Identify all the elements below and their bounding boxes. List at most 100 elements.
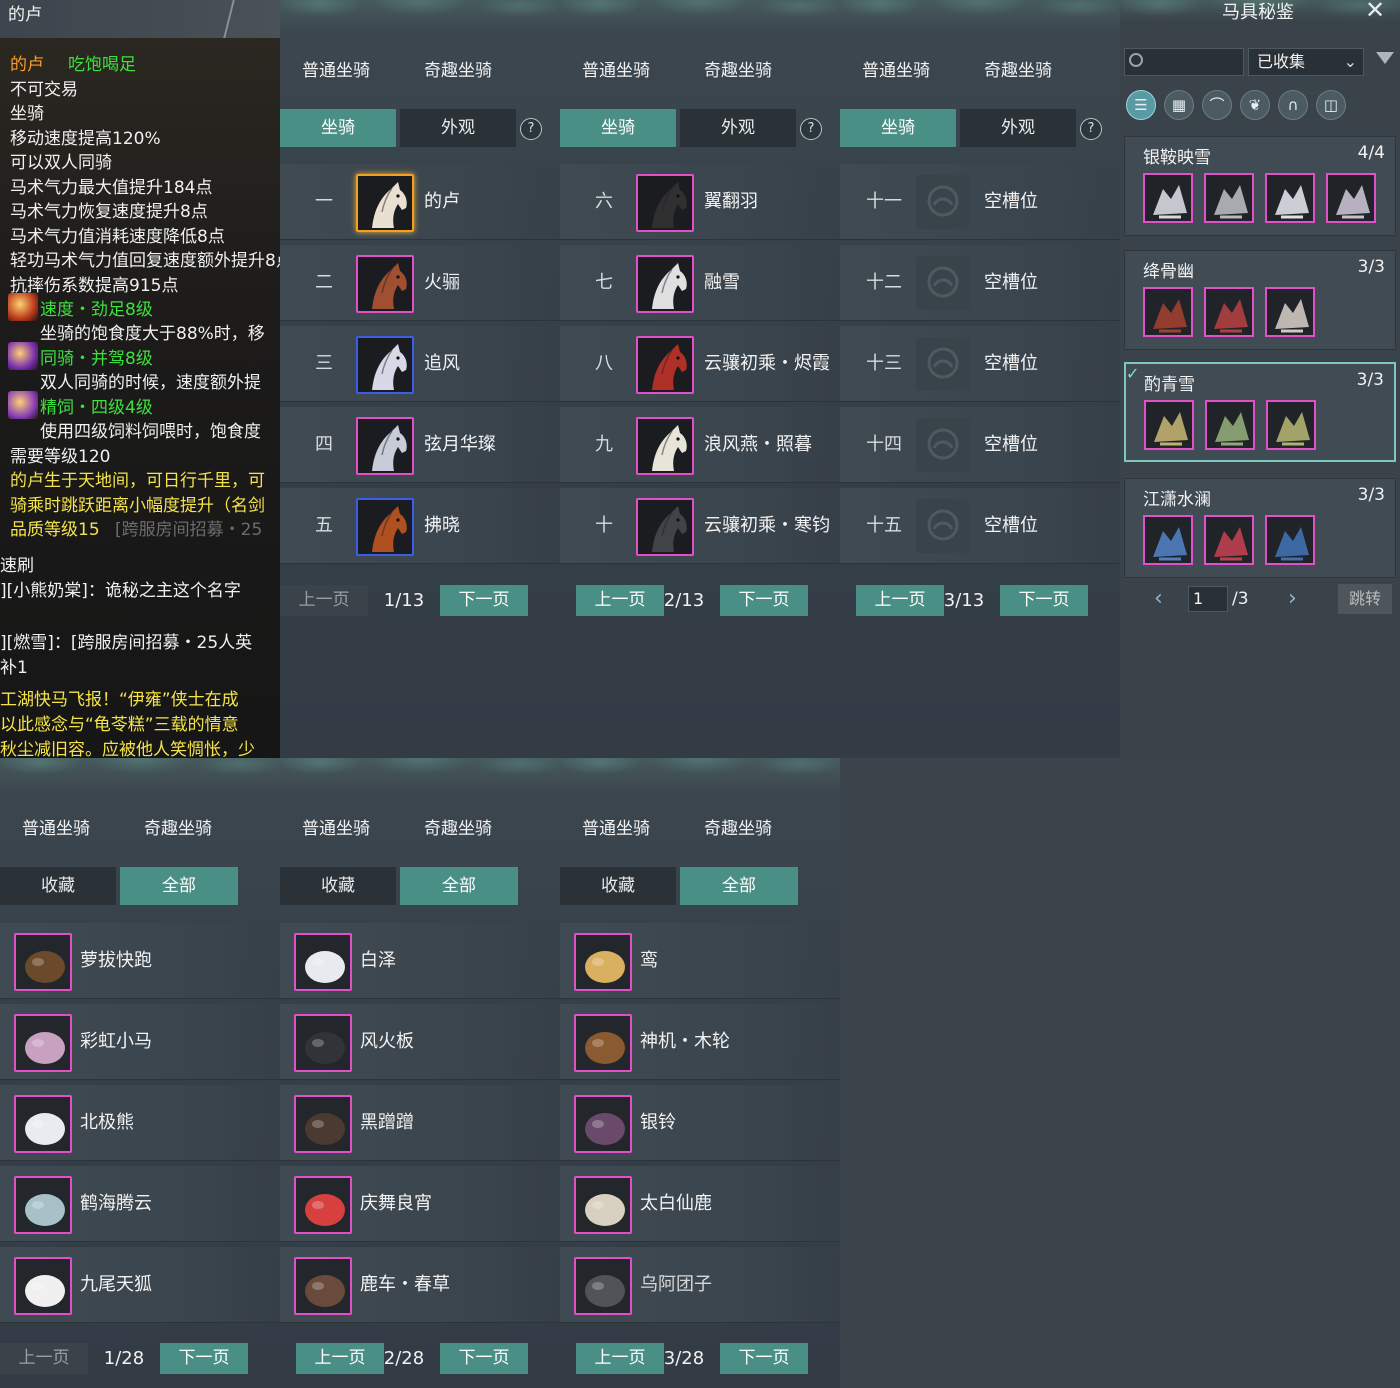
prev-page-icon[interactable]: ‹ — [1154, 584, 1163, 614]
equipment-set-card[interactable]: ✓ 酌青雪 3/3 — [1124, 362, 1396, 462]
subtab-mount[interactable]: 坐骑 — [280, 109, 396, 147]
mount-slot-row[interactable]: 二 火骊 — [280, 245, 560, 321]
subtab-appearance[interactable]: 外观 — [960, 109, 1076, 147]
fun-mount-row[interactable]: 彩虹小马 — [0, 1004, 280, 1080]
tab-normal-mounts[interactable]: 普通坐骑 — [862, 56, 930, 81]
equipment-piece-icon[interactable] — [1143, 515, 1193, 565]
equipment-piece-icon[interactable] — [1265, 515, 1315, 565]
subtab-mount[interactable]: 坐骑 — [560, 109, 676, 147]
equipment-piece-icon[interactable] — [1265, 173, 1315, 223]
next-page-button[interactable]: 下一页 — [1000, 585, 1088, 616]
mount-slot-row[interactable]: 十二 空槽位 — [840, 245, 1120, 321]
mount-slot-row[interactable]: 七 融雪 — [560, 245, 840, 321]
tab-fun-mounts[interactable]: 奇趣坐骑 — [704, 814, 772, 839]
next-page-button[interactable]: 下一页 — [160, 1343, 248, 1374]
tab-normal-mounts[interactable]: 普通坐骑 — [302, 814, 370, 839]
fun-mount-row[interactable]: 鹤海腾云 — [0, 1166, 280, 1242]
prev-page-button[interactable]: 上一页 — [280, 585, 368, 616]
mount-slot-row[interactable]: 四 弦月华璨 — [280, 407, 560, 483]
fun-mount-row[interactable]: 庆舞良宵 — [280, 1166, 560, 1242]
help-icon[interactable]: ? — [800, 118, 822, 140]
tab-fun-mounts[interactable]: 奇趣坐骑 — [984, 56, 1052, 81]
fun-mount-row[interactable]: 白泽 — [280, 923, 560, 999]
page-number-input[interactable]: 1 — [1188, 586, 1228, 612]
fun-mount-row[interactable]: 鸾 — [560, 923, 840, 999]
subtab-appearance[interactable]: 外观 — [680, 109, 796, 147]
next-page-button[interactable]: 下一页 — [720, 585, 808, 616]
equipment-piece-icon[interactable] — [1143, 173, 1193, 223]
fun-mount-row[interactable]: 九尾天狐 — [0, 1247, 280, 1323]
mount-slot-row[interactable]: 八 云骧初乘・烬霞 — [560, 326, 840, 402]
fun-mount-row[interactable]: 乌阿团子 — [560, 1247, 840, 1323]
equipment-set-card[interactable]: 江潇水澜 3/3 — [1124, 478, 1396, 578]
help-icon[interactable]: ? — [1080, 118, 1102, 140]
help-icon[interactable]: ? — [520, 118, 542, 140]
filter-icon[interactable] — [1376, 52, 1394, 64]
equipment-piece-icon[interactable] — [1204, 173, 1254, 223]
tab-fun-mounts[interactable]: 奇趣坐骑 — [144, 814, 212, 839]
next-page-button[interactable]: 下一页 — [440, 1343, 528, 1374]
category-bridle-icon[interactable]: ❦ — [1240, 90, 1270, 120]
tab-fun-mounts[interactable]: 奇趣坐骑 — [704, 56, 772, 81]
tab-normal-mounts[interactable]: 普通坐骑 — [22, 814, 90, 839]
category-armor-icon[interactable]: ◫ — [1316, 90, 1346, 120]
subtab-all[interactable]: 全部 — [400, 867, 518, 905]
fun-mount-row[interactable]: 鹿车・春草 — [280, 1247, 560, 1323]
mount-slot-row[interactable]: 九 浪风燕・照暮 — [560, 407, 840, 483]
subtab-all[interactable]: 全部 — [120, 867, 238, 905]
equipment-piece-icon[interactable] — [1204, 515, 1254, 565]
subtab-favorites[interactable]: 收藏 — [280, 867, 396, 905]
close-icon[interactable]: ✕ — [1365, 0, 1385, 24]
subtab-mount[interactable]: 坐骑 — [840, 109, 956, 147]
mount-slot-row[interactable]: 十一 空槽位 — [840, 164, 1120, 240]
subtab-favorites[interactable]: 收藏 — [0, 867, 116, 905]
equipment-piece-icon[interactable] — [1326, 173, 1376, 223]
category-grid-icon[interactable]: ▦ — [1164, 90, 1194, 120]
next-page-button[interactable]: 下一页 — [720, 1343, 808, 1374]
subtab-all[interactable]: 全部 — [680, 867, 798, 905]
search-input[interactable] — [1124, 48, 1244, 76]
equipment-piece-icon[interactable] — [1266, 400, 1316, 450]
mount-slot-row[interactable]: 一 的卢 — [280, 164, 560, 240]
fun-mount-row[interactable]: 银铃 — [560, 1085, 840, 1161]
equipment-set-card[interactable]: 绛骨幽 3/3 — [1124, 250, 1396, 350]
tab-normal-mounts[interactable]: 普通坐骑 — [582, 814, 650, 839]
prev-page-button[interactable]: 上一页 — [576, 1343, 664, 1374]
tab-normal-mounts[interactable]: 普通坐骑 — [582, 56, 650, 81]
fun-mount-row[interactable]: 黑蹭蹭 — [280, 1085, 560, 1161]
mount-slot-row[interactable]: 五 拂晓 — [280, 488, 560, 564]
fun-mount-row[interactable]: 风火板 — [280, 1004, 560, 1080]
category-horseshoe-icon[interactable]: ∩ — [1278, 90, 1308, 120]
prev-page-button[interactable]: 上一页 — [856, 585, 944, 616]
prev-page-button[interactable]: 上一页 — [0, 1343, 88, 1374]
tab-normal-mounts[interactable]: 普通坐骑 — [302, 56, 370, 81]
mount-slot-row[interactable]: 十三 空槽位 — [840, 326, 1120, 402]
subtab-appearance[interactable]: 外观 — [400, 109, 516, 147]
prev-page-button[interactable]: 上一页 — [576, 585, 664, 616]
fun-mount-row[interactable]: 神机・木轮 — [560, 1004, 840, 1080]
subtab-favorites[interactable]: 收藏 — [560, 867, 676, 905]
equipment-piece-icon[interactable] — [1205, 400, 1255, 450]
category-all-icon[interactable]: ☰ — [1126, 90, 1156, 120]
prev-page-button[interactable]: 上一页 — [296, 1343, 384, 1374]
mount-slot-row[interactable]: 十 云骧初乘・寒钧 — [560, 488, 840, 564]
fun-mount-row[interactable]: 萝拔快跑 — [0, 923, 280, 999]
tab-fun-mounts[interactable]: 奇趣坐骑 — [424, 814, 492, 839]
mount-slot-row[interactable]: 十五 空槽位 — [840, 488, 1120, 564]
equipment-piece-icon[interactable] — [1144, 400, 1194, 450]
mount-slot-row[interactable]: 十四 空槽位 — [840, 407, 1120, 483]
jump-button[interactable]: 跳转 — [1338, 584, 1392, 614]
mount-slot-row[interactable]: 六 翼翻羽 — [560, 164, 840, 240]
collection-filter-select[interactable]: 已收集 ⌄ — [1248, 48, 1364, 76]
tab-fun-mounts[interactable]: 奇趣坐骑 — [424, 56, 492, 81]
equipment-piece-icon[interactable] — [1204, 287, 1254, 337]
next-page-icon[interactable]: › — [1288, 584, 1297, 614]
fun-mount-row[interactable]: 太白仙鹿 — [560, 1166, 840, 1242]
equipment-piece-icon[interactable] — [1265, 287, 1315, 337]
category-saddle-icon[interactable]: ⌒ — [1202, 90, 1232, 120]
mount-slot-row[interactable]: 三 追风 — [280, 326, 560, 402]
equipment-piece-icon[interactable] — [1143, 287, 1193, 337]
fun-mount-row[interactable]: 北极熊 — [0, 1085, 280, 1161]
equipment-set-card[interactable]: 银鞍映雪 4/4 — [1124, 136, 1396, 236]
next-page-button[interactable]: 下一页 — [440, 585, 528, 616]
